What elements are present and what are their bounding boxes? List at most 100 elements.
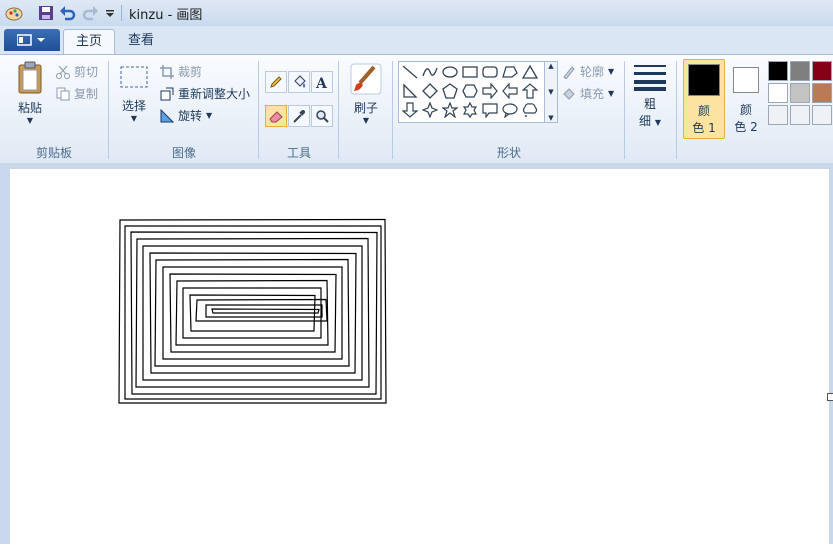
select-button[interactable]: 选择 ▼ bbox=[116, 65, 152, 123]
customize-quick-access-icon[interactable] bbox=[100, 3, 120, 23]
left-arrow-icon bbox=[502, 83, 518, 99]
down-arrow-shape[interactable] bbox=[401, 101, 419, 119]
rotate-dropdown-icon: ▼ bbox=[206, 111, 213, 120]
drawn-stroke bbox=[195, 298, 328, 322]
copy-icon bbox=[56, 87, 70, 100]
crop-button[interactable]: 裁剪 bbox=[160, 63, 202, 80]
paste-button[interactable]: 粘贴 ▼ bbox=[10, 61, 50, 125]
tools-group: A 工具 bbox=[260, 55, 338, 163]
rect-callout-shape[interactable] bbox=[481, 101, 499, 119]
cloud-callout-shape[interactable] bbox=[521, 101, 539, 119]
palette-color-brown[interactable] bbox=[812, 83, 832, 103]
palette-color-white[interactable] bbox=[768, 83, 788, 103]
text-tool[interactable]: A bbox=[311, 71, 333, 93]
palette-color-light-gray[interactable] bbox=[790, 83, 810, 103]
curve-icon bbox=[422, 67, 438, 77]
rotate-button[interactable]: 旋转 ▼ bbox=[160, 107, 212, 124]
diamond-shape[interactable] bbox=[421, 82, 439, 100]
line-size-icon bbox=[634, 65, 666, 91]
color1-button[interactable]: 颜 色 1 bbox=[683, 59, 725, 139]
hexagon-shape[interactable] bbox=[461, 82, 479, 100]
rounded-rectangle-shape[interactable] bbox=[481, 63, 499, 81]
select-rectangle-icon bbox=[120, 66, 148, 88]
right-triangle-shape[interactable] bbox=[401, 82, 419, 100]
canvas-workspace bbox=[0, 163, 833, 544]
curve-shape[interactable] bbox=[421, 63, 439, 81]
palette-color-dark-red[interactable] bbox=[812, 61, 832, 81]
redo-icon[interactable] bbox=[80, 3, 100, 23]
scroll-down-icon[interactable]: ▼ bbox=[548, 88, 553, 96]
paint-app-icon[interactable] bbox=[4, 3, 24, 23]
drawing-spiral-rectangles bbox=[118, 218, 387, 404]
fill-tool[interactable] bbox=[288, 71, 310, 93]
palette-color-black[interactable] bbox=[768, 61, 788, 81]
color1-label-line1: 颜 bbox=[697, 104, 710, 118]
tab-view[interactable]: 查看 bbox=[116, 29, 166, 53]
line-shape[interactable] bbox=[401, 63, 419, 81]
image-group-label: 图像 bbox=[171, 146, 196, 160]
outline-button[interactable]: 轮廓 ▼ bbox=[562, 63, 614, 80]
eraser-tool[interactable] bbox=[265, 105, 287, 127]
rotate-label: 旋转 bbox=[178, 109, 203, 123]
color2-swatch bbox=[733, 67, 759, 93]
magnifier-icon bbox=[316, 110, 329, 123]
polygon-shape[interactable] bbox=[501, 63, 519, 81]
paint-menu-button[interactable] bbox=[4, 29, 60, 51]
magnifier-tool[interactable] bbox=[311, 105, 333, 127]
save-icon[interactable] bbox=[36, 3, 56, 23]
oval-icon bbox=[442, 66, 458, 78]
oval-shape[interactable] bbox=[441, 63, 459, 81]
copy-button[interactable]: 复制 bbox=[56, 85, 98, 102]
eyedropper-icon bbox=[293, 110, 305, 123]
svg-text:A: A bbox=[315, 76, 328, 89]
fill-dropdown-icon: ▼ bbox=[608, 89, 615, 98]
palette-color-empty[interactable] bbox=[812, 105, 832, 125]
up-arrow-icon bbox=[522, 83, 538, 99]
eraser-icon bbox=[269, 111, 283, 123]
oval-callout-shape[interactable] bbox=[501, 101, 519, 119]
resize-label: 重新调整大小 bbox=[178, 87, 251, 101]
fill-bucket-icon bbox=[294, 75, 306, 88]
drawing-canvas[interactable] bbox=[10, 169, 829, 544]
pencil-tool[interactable] bbox=[265, 71, 287, 93]
right-arrow-shape[interactable] bbox=[481, 82, 499, 100]
right-triangle-icon bbox=[403, 83, 418, 98]
triangle-shape[interactable] bbox=[521, 63, 539, 81]
resize-button[interactable]: 重新调整大小 bbox=[160, 85, 250, 102]
cut-button[interactable]: 剪切 bbox=[56, 63, 98, 80]
four-point-star-shape[interactable] bbox=[421, 101, 439, 119]
undo-icon[interactable] bbox=[58, 3, 78, 23]
rectangle-shape[interactable] bbox=[461, 63, 479, 81]
five-point-star-shape[interactable] bbox=[441, 101, 459, 119]
palette-color-empty[interactable] bbox=[790, 105, 810, 125]
title-separator bbox=[121, 5, 122, 21]
down-arrow-icon bbox=[402, 102, 418, 118]
pentagon-icon bbox=[442, 83, 458, 99]
group-separator bbox=[108, 61, 109, 159]
shapes-scrollbar[interactable]: ▲ ▼ ▼ bbox=[544, 61, 558, 123]
gallery-expand-icon[interactable]: ▼ bbox=[548, 114, 553, 122]
brushes-label: 刷子 bbox=[353, 101, 378, 115]
line-icon bbox=[402, 65, 418, 79]
size-button[interactable]: 粗 细 ▼ bbox=[630, 63, 670, 129]
canvas-resize-handle[interactable] bbox=[827, 393, 833, 401]
up-arrow-shape[interactable] bbox=[521, 82, 539, 100]
brushes-button[interactable]: 刷子 ▼ bbox=[348, 63, 384, 125]
pentagon-shape[interactable] bbox=[441, 82, 459, 100]
oval-callout-icon bbox=[502, 103, 518, 118]
scroll-up-icon[interactable]: ▲ bbox=[548, 62, 553, 70]
color-picker-tool[interactable] bbox=[288, 105, 310, 127]
palette-color-gray[interactable] bbox=[790, 61, 810, 81]
six-point-star-shape[interactable] bbox=[461, 101, 479, 119]
palette-color-empty[interactable] bbox=[768, 105, 788, 125]
ribbon-tab-row: 主页 查看 bbox=[0, 26, 833, 54]
size-label-line1: 粗 bbox=[643, 97, 656, 111]
triangle-icon bbox=[522, 64, 538, 79]
color2-button[interactable]: 颜 色 2 bbox=[728, 59, 764, 137]
brushes-dropdown-icon: ▼ bbox=[362, 116, 370, 125]
scissors-icon bbox=[56, 65, 70, 79]
tab-home[interactable]: 主页 bbox=[63, 29, 116, 54]
fill-button[interactable]: 填充 ▼ bbox=[562, 85, 614, 102]
crop-label: 裁剪 bbox=[178, 65, 203, 79]
left-arrow-shape[interactable] bbox=[501, 82, 519, 100]
